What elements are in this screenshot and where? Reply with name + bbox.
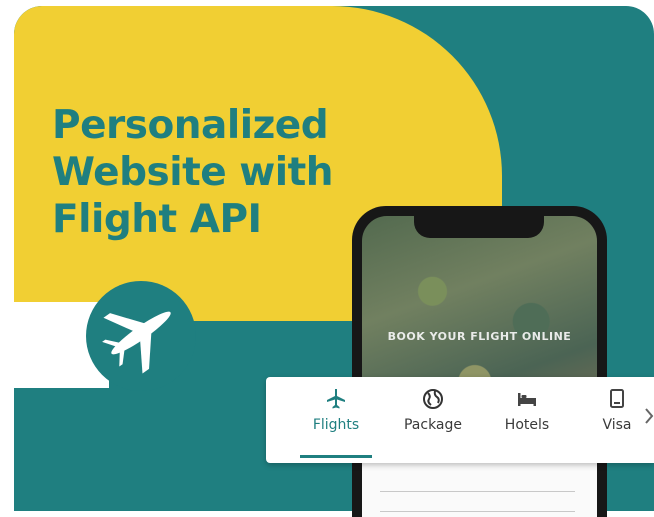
tab-label: Visa [602, 417, 632, 433]
form-divider [380, 511, 575, 512]
tab-label: Flights [312, 417, 360, 433]
phone-mockup: BOOK YOUR FLIGHT ONLINE [352, 206, 607, 517]
tab-flights[interactable]: Flights [306, 387, 366, 453]
tab-visa[interactable]: Visa [592, 387, 642, 453]
airplane-icon [306, 387, 366, 413]
tab-label: Hotels [504, 417, 550, 433]
form-divider [380, 491, 575, 492]
tab-package[interactable]: Package [394, 387, 472, 453]
globe-icon [394, 387, 472, 413]
hero-title-line: Website with [52, 150, 334, 195]
hero-title: Personalized Website with Flight API [52, 102, 334, 243]
tab-hotels[interactable]: Hotels [494, 387, 560, 453]
active-tab-indicator [300, 455, 372, 458]
booking-tabs: Flights Package Hotels Visa [266, 377, 654, 463]
phone-screen: BOOK YOUR FLIGHT ONLINE [362, 216, 597, 517]
phone-notch [414, 216, 544, 238]
document-icon [592, 387, 642, 413]
chevron-right-icon[interactable] [644, 405, 654, 427]
phone-search-form [362, 461, 597, 517]
hero-title-line: Flight API [52, 197, 262, 242]
bed-icon [494, 387, 560, 413]
tab-label: Package [403, 417, 463, 433]
hero-title-line: Personalized [52, 103, 329, 148]
promo-banner: Personalized Website with Flight API BOO… [0, 0, 654, 517]
phone-screen-caption: BOOK YOUR FLIGHT ONLINE [387, 330, 572, 343]
airplane-icon [96, 288, 186, 378]
